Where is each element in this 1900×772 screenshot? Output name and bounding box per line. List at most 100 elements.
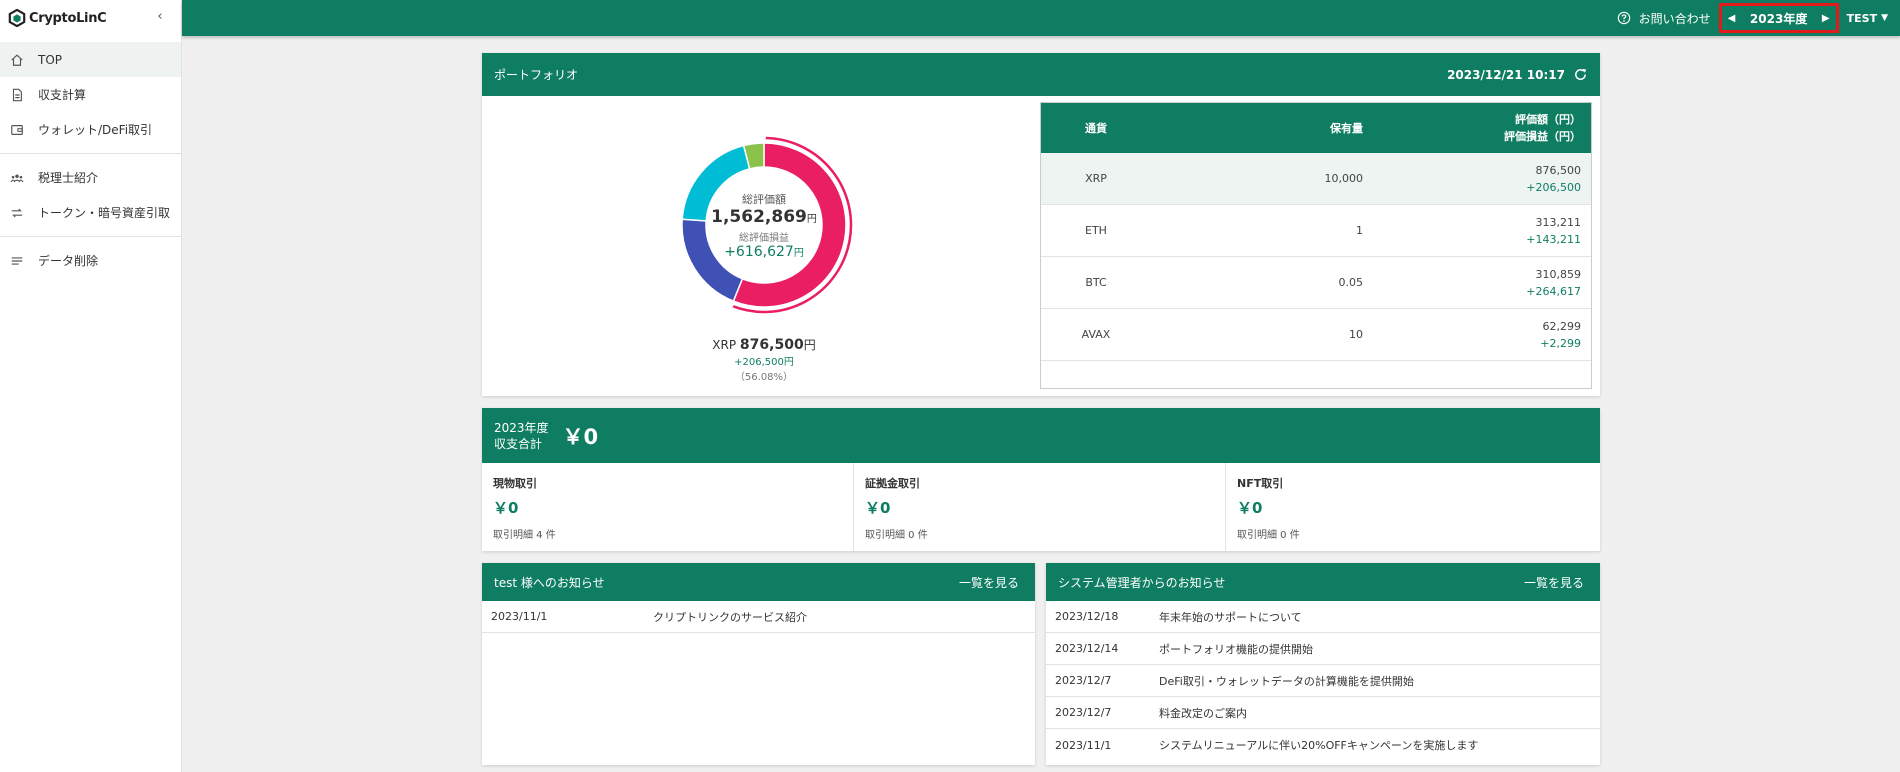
refresh-icon[interactable] (1573, 67, 1588, 82)
total-value: 1,562,869円 (711, 206, 817, 227)
cell-currency: ETH (1085, 224, 1107, 237)
portfolio-timestamp-group: 2023/12/21 10:17 (1447, 67, 1588, 82)
sidebar-item-wallet-defi[interactable]: ウォレット/DeFi取引 (0, 112, 181, 147)
selected-slice-value: XRP 876,500円 (712, 337, 816, 353)
sidebar-item-label: トークン・暗号資産引取 (38, 206, 171, 220)
margin-trading-count: 取引明細 0 件 (865, 530, 928, 541)
sidebar-item-tax-accountant[interactable]: 税理士紹介 (0, 160, 181, 195)
notice-text: DeFi取引・ウォレットデータの計算機能を提供開始 (1159, 674, 1414, 688)
sidebar: CryptoLinC ‹ TOP 収支計算 ウォレット/DeFi取引 税理士紹介… (0, 0, 182, 772)
contact-link[interactable]: お問い合わせ (1639, 10, 1711, 27)
sidebar-item-label: ウォレット/DeFi取引 (38, 123, 153, 137)
user-menu[interactable]: TEST ▼ (1847, 12, 1888, 25)
header-currency: 通貨 (1085, 122, 1107, 135)
brand-name: CryptoLinC (29, 10, 107, 26)
nft-trading-amount: ￥0 (1237, 499, 1263, 517)
income-summary-total: ￥0 (562, 424, 599, 449)
table-row[interactable]: ETH 1 313,211 +143,211 (1041, 205, 1591, 257)
nft-trading-summary[interactable]: NFT取引 ￥0 取引明細 0 件 (1226, 463, 1598, 551)
sidebar-item-top[interactable]: TOP (0, 42, 181, 77)
nft-trading-title: NFT取引 (1237, 477, 1284, 490)
list-item[interactable]: 2023/12/7 DeFi取引・ウォレットデータの計算機能を提供開始 (1046, 665, 1600, 697)
donut-center-summary: 総評価額 1,562,869円 総評価損益 +616,627円 (654, 115, 874, 335)
notice-date: 2023/12/18 (1055, 610, 1119, 623)
nav-group-main: TOP 収支計算 ウォレット/DeFi取引 (0, 36, 181, 154)
list-item[interactable]: 2023/12/14 ポートフォリオ機能の提供開始 (1046, 633, 1600, 665)
notice-date: 2023/12/7 (1055, 706, 1112, 719)
spot-trading-count: 取引明細 4 件 (493, 530, 556, 541)
spot-trading-title: 現物取引 (493, 477, 537, 490)
list-item[interactable]: 2023/11/1 クリプトリンクのサービス紹介 (482, 601, 1035, 633)
collapse-sidebar-icon[interactable]: ‹ (153, 10, 167, 24)
cell-currency: XRP (1085, 172, 1107, 185)
cell-currency: AVAX (1081, 328, 1111, 341)
notice-date: 2023/11/1 (491, 610, 548, 623)
cell-amount: 10 (1349, 328, 1363, 341)
margin-trading-summary[interactable]: 証拠金取引 ￥0 取引明細 0 件 (854, 463, 1226, 551)
notice-text: システムリニューアルに伴い20%OFFキャンペーンを実施します (1159, 739, 1479, 752)
income-summary-header: 2023年度 収支合計 ￥0 (482, 408, 1600, 463)
portfolio-donut-chart: 総評価額 1,562,869円 総評価損益 +616,627円 (654, 115, 874, 335)
home-icon (10, 53, 24, 67)
help-icon[interactable] (1617, 11, 1631, 25)
margin-trading-title: 証拠金取引 (865, 477, 920, 490)
notice-date: 2023/11/1 (1055, 738, 1112, 752)
nav-group-services: 税理士紹介 トークン・暗号資産引取 (0, 154, 181, 237)
table-row[interactable]: BTC 0.05 310,859 +264,617 (1041, 257, 1591, 309)
nav-group-data: データ削除 (0, 237, 181, 284)
table-row[interactable]: XRP 10,000 876,500 +206,500 (1041, 153, 1591, 205)
margin-trading-amount: ￥0 (865, 499, 891, 517)
total-pnl: +616,627円 (724, 243, 804, 260)
table-row[interactable]: AVAX 10 62,299 +2,299 (1041, 309, 1591, 361)
header-value-pnl: 評価額（円） 評価損益（円） (1504, 113, 1581, 143)
user-notices-see-all-link[interactable]: 一覧を見る (959, 574, 1019, 591)
selected-slice-percent: （56.08%） (734, 372, 794, 383)
list-item[interactable]: 2023/11/1 システムリニューアルに伴い20%OFFキャンペーンを実施しま… (1046, 729, 1600, 761)
document-icon (10, 88, 24, 102)
system-notices-title: システム管理者からのお知らせ (1058, 575, 1226, 590)
system-notices-see-all-link[interactable]: 一覧を見る (1524, 574, 1584, 591)
user-notices-card: test 様へのお知らせ 一覧を見る 2023/11/1 クリプトリンクのサービ… (482, 563, 1035, 765)
cell-value-pnl: 313,211 +143,211 (1526, 215, 1581, 246)
chevron-down-icon: ▼ (1881, 13, 1888, 23)
cell-amount: 0.05 (1338, 276, 1364, 289)
header-amount: 保有量 (1330, 122, 1363, 135)
sidebar-item-token-takeover[interactable]: トークン・暗号資産引取 (0, 195, 181, 230)
previous-year-icon[interactable]: ◀ (1728, 13, 1736, 24)
sidebar-item-label: 税理士紹介 (38, 171, 99, 185)
income-summary-card: 2023年度 収支合計 ￥0 現物取引 ￥0 取引明細 4 件 証拠金取引 ￥0… (482, 408, 1600, 551)
list-icon (10, 254, 24, 268)
topbar: お問い合わせ ◀ 2023年度 ▶ TEST ▼ (182, 0, 1900, 36)
sidebar-item-label: TOP (38, 52, 63, 67)
topbar-actions: お問い合わせ ◀ 2023年度 ▶ TEST ▼ (1617, 0, 1900, 36)
portfolio-card: ポートフォリオ 2023/12/21 10:17 総評価額 1,562,869円… (482, 53, 1600, 396)
sidebar-item-label: データ削除 (38, 254, 99, 268)
notice-text: クリプトリンクのサービス紹介 (653, 610, 807, 624)
user-notices-header: test 様へのお知らせ 一覧を見る (482, 563, 1035, 601)
list-item[interactable]: 2023/12/7 料金改定のご案内 (1046, 697, 1600, 729)
next-year-icon[interactable]: ▶ (1822, 13, 1830, 24)
notice-text: 料金改定のご案内 (1159, 706, 1247, 720)
user-name: TEST (1846, 11, 1878, 25)
selected-slice-pnl: +206,500円 (734, 357, 794, 368)
sidebar-item-label: 収支計算 (38, 88, 87, 102)
swap-icon (10, 206, 24, 220)
notice-text: ポートフォリオ機能の提供開始 (1159, 642, 1313, 656)
nft-trading-count: 取引明細 0 件 (1237, 530, 1300, 541)
notice-date: 2023/12/7 (1055, 674, 1112, 687)
sidebar-item-data-delete[interactable]: データ削除 (0, 243, 181, 278)
fiscal-year-selector[interactable]: ◀ 2023年度 ▶ (1718, 3, 1839, 33)
selected-slice-caption: XRP 876,500円 +206,500円 （56.08%） (654, 336, 874, 383)
sidebar-item-income-calc[interactable]: 収支計算 (0, 77, 181, 112)
brand[interactable]: CryptoLinC ‹ (0, 0, 181, 36)
spot-trading-summary[interactable]: 現物取引 ￥0 取引明細 4 件 (482, 463, 854, 551)
portfolio-header: ポートフォリオ 2023/12/21 10:17 (482, 53, 1600, 96)
list-item[interactable]: 2023/12/18 年末年始のサポートについて (1046, 601, 1600, 633)
spot-trading-amount: ￥0 (493, 499, 519, 517)
notice-date: 2023/12/14 (1055, 642, 1119, 655)
holdings-table: 通貨 保有量 評価額（円） 評価損益（円） XRP 10,000 876,500… (1040, 102, 1592, 389)
wallet-icon (10, 123, 24, 137)
people-icon (10, 171, 24, 185)
portfolio-timestamp: 2023/12/21 10:17 (1447, 67, 1565, 82)
fiscal-year-label: 2023年度 (1749, 11, 1808, 26)
